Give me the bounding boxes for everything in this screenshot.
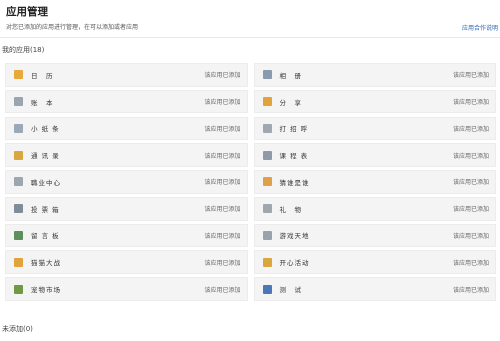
app-row: 小 纸 条 该应用已添加 打 招 呼 该应用已添加 <box>5 116 496 141</box>
app-card[interactable]: 職业中心 该应用已添加 <box>5 170 248 194</box>
app-card[interactable]: 课 程 表 该应用已添加 <box>253 143 496 167</box>
app-row: 職业中心 该应用已添加 猜谁是谁 该应用已添加 <box>5 170 496 194</box>
app-status: 该应用已添加 <box>204 72 241 80</box>
cat-battle-icon <box>14 257 23 267</box>
app-card[interactable]: 分 享 该应用已添加 <box>253 89 496 114</box>
app-name: 宠物市场 <box>31 286 61 295</box>
app-status: 该应用已添加 <box>452 72 489 80</box>
app-row: 猫猫大战 该应用已添加 开心活动 该应用已添加 <box>5 250 496 275</box>
test-icon <box>262 284 272 294</box>
app-name: 开心活动 <box>279 259 310 268</box>
games-icon <box>262 230 272 240</box>
guess-icon <box>262 177 272 187</box>
message-board-icon <box>14 230 23 240</box>
app-status: 该应用已添加 <box>452 125 489 133</box>
page-description: 对您已添加的应用进行管理，在可以添加或者应用 <box>6 24 139 31</box>
app-grid: 日 历该应用已添加相 册该应用已添加账 本该应用已添加分 享该应用已添加小 纸 … <box>5 63 496 304</box>
app-status: 该应用已添加 <box>452 99 489 107</box>
app-card[interactable]: 相 册 该应用已添加 <box>253 63 496 87</box>
ledger-icon <box>14 97 23 107</box>
app-name: 打 招 呼 <box>279 125 309 134</box>
app-card[interactable]: 投 票 箱 该应用已添加 <box>5 196 248 221</box>
app-status: 该应用已添加 <box>204 179 241 187</box>
app-name: 账 本 <box>31 98 54 107</box>
greeting-icon <box>262 123 272 133</box>
app-card[interactable]: 测 试 该应用已添加 <box>253 277 496 301</box>
app-status: 该应用已添加 <box>204 232 241 240</box>
pet-market-icon <box>14 284 23 294</box>
app-status: 该应用已添加 <box>204 125 241 133</box>
app-name: 留 言 板 <box>31 232 60 241</box>
app-card[interactable]: 留 言 板 该应用已添加 <box>5 223 248 248</box>
app-status: 该应用已添加 <box>452 232 489 240</box>
app-row: 留 言 板 该应用已添加 游戏天地 该应用已添加 <box>5 223 496 248</box>
app-card[interactable]: 游戏天地 该应用已添加 <box>253 223 496 248</box>
note-icon <box>14 123 23 133</box>
app-name: 通 讯 录 <box>31 152 60 161</box>
album-icon <box>262 70 272 80</box>
app-status: 该应用已添加 <box>452 206 489 214</box>
app-name: 職业中心 <box>31 178 61 187</box>
app-status: 该应用已添加 <box>204 99 241 107</box>
app-name: 测 试 <box>279 286 302 295</box>
vote-icon <box>14 204 23 214</box>
app-row: 日 历 该应用已添加 相 册 该应用已添加 <box>5 63 496 87</box>
app-card[interactable]: 开心活动 该应用已添加 <box>253 250 496 275</box>
app-row: 宠物市场 该应用已添加 测 试 该应用已添加 <box>5 277 496 301</box>
app-row: 投 票 箱 该应用已添加 礼 物 该应用已添加 <box>5 196 496 221</box>
pending-apps-section-label: 未添加(0) <box>2 325 33 333</box>
app-card[interactable]: 猜谁是谁 该应用已添加 <box>253 170 496 194</box>
app-card[interactable]: 日 历 该应用已添加 <box>5 63 248 87</box>
app-name: 小 纸 条 <box>31 125 60 134</box>
app-status: 该应用已添加 <box>204 259 241 267</box>
app-card[interactable]: 宠物市场 该应用已添加 <box>5 277 248 301</box>
app-status: 该应用已添加 <box>452 259 489 267</box>
app-cooperation-link[interactable]: 应用合作说明 <box>462 23 498 32</box>
app-status: 该应用已添加 <box>452 286 489 294</box>
app-status: 该应用已添加 <box>204 206 241 214</box>
share-icon <box>262 97 272 107</box>
calendar-icon <box>14 70 23 80</box>
app-card[interactable]: 通 讯 录 该应用已添加 <box>5 143 248 167</box>
app-row: 通 讯 录 该应用已添加 课 程 表 该应用已添加 <box>5 143 496 167</box>
app-name: 游戏天地 <box>279 232 310 241</box>
activity-icon <box>262 257 272 267</box>
app-card[interactable]: 账 本 该应用已添加 <box>5 89 248 114</box>
app-status: 该应用已添加 <box>204 152 241 160</box>
app-row: 账 本 该应用已添加 分 享 该应用已添加 <box>5 89 496 114</box>
app-name: 投 票 箱 <box>31 205 60 214</box>
app-name: 猜谁是谁 <box>279 178 310 187</box>
app-status: 该应用已添加 <box>452 179 489 187</box>
app-card[interactable]: 礼 物 该应用已添加 <box>253 196 496 221</box>
header-divider <box>0 37 500 38</box>
app-name: 课 程 表 <box>279 152 309 161</box>
app-name: 分 享 <box>279 98 302 107</box>
app-card[interactable]: 打 招 呼 该应用已添加 <box>253 116 496 141</box>
schedule-icon <box>262 150 272 160</box>
app-name: 相 册 <box>279 71 302 80</box>
app-card[interactable]: 小 纸 条 该应用已添加 <box>5 116 248 141</box>
app-name: 猫猫大战 <box>31 259 61 268</box>
page-title: 应用管理 <box>6 6 48 18</box>
app-status: 该应用已添加 <box>204 286 241 294</box>
app-name: 日 历 <box>31 71 54 80</box>
app-card[interactable]: 猫猫大战 该应用已添加 <box>5 250 248 275</box>
app-status: 该应用已添加 <box>452 152 489 160</box>
app-name: 礼 物 <box>279 205 302 214</box>
gift-icon <box>262 204 272 214</box>
contacts-icon <box>14 150 23 160</box>
career-icon <box>14 177 23 187</box>
added-apps-section-label: 我的应用(18) <box>2 46 45 54</box>
